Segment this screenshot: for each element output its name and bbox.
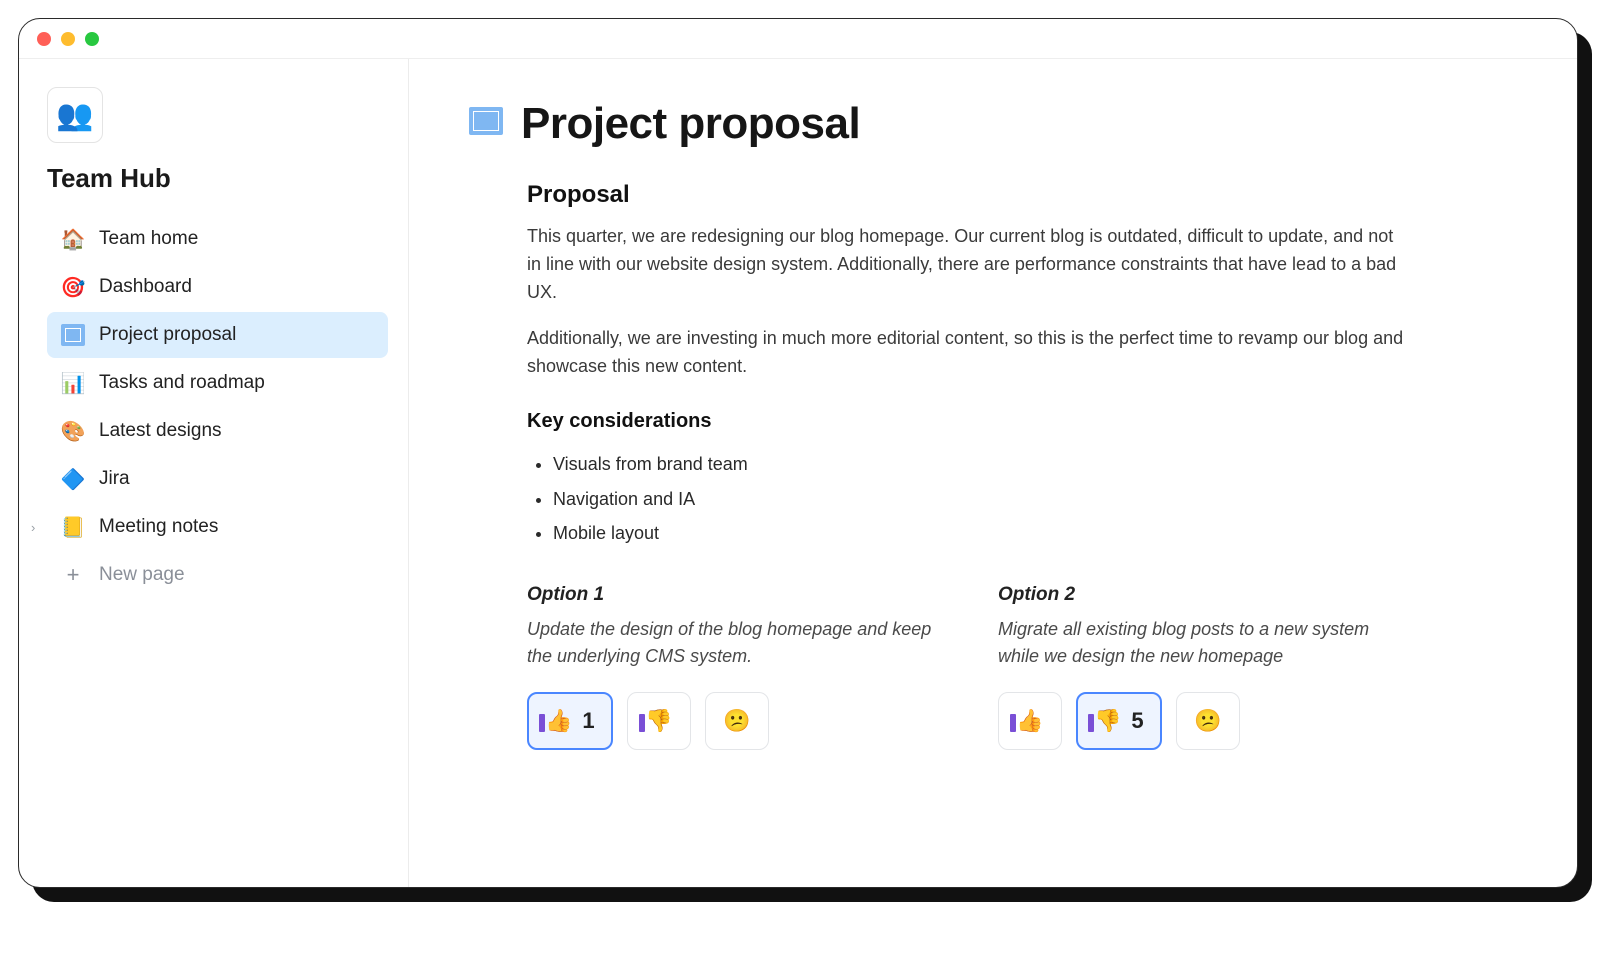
reaction-thumbs-up[interactable] (998, 692, 1062, 750)
sidebar-item-team-home[interactable]: 🏠 Team home (47, 216, 388, 262)
close-window-icon[interactable] (37, 32, 51, 46)
option-title: Option 2 (998, 584, 1409, 606)
sidebar-item-label: Meeting notes (99, 516, 218, 538)
thumbs-up-icon (1016, 708, 1043, 734)
reaction-confused[interactable] (1176, 692, 1240, 750)
option-title: Option 1 (527, 584, 938, 606)
reaction-thumbs-up[interactable]: 1 (527, 692, 613, 750)
sidebar-item-label: Tasks and roadmap (99, 372, 265, 394)
blueprint-icon (61, 323, 85, 347)
home-icon: 🏠 (61, 227, 85, 251)
option-description: Migrate all existing blog posts to a new… (998, 616, 1409, 672)
sidebar-item-project-proposal[interactable]: Project proposal (47, 312, 388, 358)
sidebar-item-dashboard[interactable]: 🎯 Dashboard (47, 264, 388, 310)
thumbs-up-icon (545, 708, 572, 734)
reaction-count: 5 (1131, 708, 1143, 734)
sidebar-new-page[interactable]: + New page (47, 552, 388, 598)
list-item: Mobile layout (553, 516, 1409, 550)
section-heading-key-considerations: Key considerations (527, 410, 1409, 433)
sidebar-item-label: Team home (99, 228, 198, 250)
main-content: Project proposal Proposal This quarter, … (409, 59, 1577, 887)
thumbs-down-icon (645, 708, 672, 734)
bullet-list: Visuals from brand team Navigation and I… (527, 447, 1409, 550)
page-body[interactable]: Proposal This quarter, we are redesignin… (469, 181, 1409, 750)
workspace-icon[interactable]: 👥 (47, 87, 103, 143)
workspace-title: Team Hub (47, 163, 388, 194)
reaction-thumbs-down[interactable]: 5 (1076, 692, 1162, 750)
option-2: Option 2 Migrate all existing blog posts… (998, 584, 1409, 750)
list-item: Visuals from brand team (553, 447, 1409, 481)
reaction-confused[interactable] (705, 692, 769, 750)
paragraph: Additionally, we are investing in much m… (527, 325, 1409, 381)
reaction-count: 1 (582, 708, 594, 734)
section-heading-proposal: Proposal (527, 181, 1409, 209)
page-header: Project proposal (469, 99, 1517, 149)
page-title[interactable]: Project proposal (521, 99, 860, 149)
jira-icon: 🔷 (61, 467, 85, 491)
sidebar-item-latest-designs[interactable]: 🎨 Latest designs (47, 408, 388, 454)
plus-icon: + (61, 563, 85, 587)
sidebar-item-jira[interactable]: 🔷 Jira (47, 456, 388, 502)
sidebar-item-label: New page (99, 564, 185, 586)
figma-icon: 🎨 (61, 419, 85, 443)
options-row: Option 1 Update the design of the blog h… (527, 584, 1409, 750)
target-icon: 🎯 (61, 275, 85, 299)
option-description: Update the design of the blog homepage a… (527, 616, 938, 672)
sidebar-item-meeting-notes[interactable]: › 📒 Meeting notes (47, 504, 388, 550)
sidebar-item-label: Project proposal (99, 324, 236, 346)
reaction-row: 5 (998, 692, 1409, 750)
confused-icon (1194, 708, 1221, 734)
sidebar-item-label: Jira (99, 468, 130, 490)
people-icon: 👥 (56, 98, 93, 133)
sidebar: 👥 Team Hub 🏠 Team home 🎯 Dashboard Proje… (19, 59, 409, 887)
minimize-window-icon[interactable] (61, 32, 75, 46)
confused-icon (723, 708, 750, 734)
maximize-window-icon[interactable] (85, 32, 99, 46)
notes-icon: 📒 (61, 515, 85, 539)
sidebar-item-label: Latest designs (99, 420, 222, 442)
reaction-row: 1 (527, 692, 938, 750)
app-window: 👥 Team Hub 🏠 Team home 🎯 Dashboard Proje… (18, 18, 1578, 888)
sidebar-item-tasks-roadmap[interactable]: 📊 Tasks and roadmap (47, 360, 388, 406)
list-item: Navigation and IA (553, 482, 1409, 516)
reaction-thumbs-down[interactable] (627, 692, 691, 750)
chevron-right-icon[interactable]: › (31, 520, 35, 535)
paragraph: This quarter, we are redesigning our blo… (527, 223, 1409, 307)
page-icon[interactable] (469, 105, 503, 144)
thumbs-down-icon (1094, 708, 1121, 734)
tasks-icon: 📊 (61, 371, 85, 395)
sidebar-nav: 🏠 Team home 🎯 Dashboard Project proposal… (47, 216, 388, 598)
sidebar-item-label: Dashboard (99, 276, 192, 298)
option-1: Option 1 Update the design of the blog h… (527, 584, 938, 750)
window-titlebar (19, 19, 1577, 59)
